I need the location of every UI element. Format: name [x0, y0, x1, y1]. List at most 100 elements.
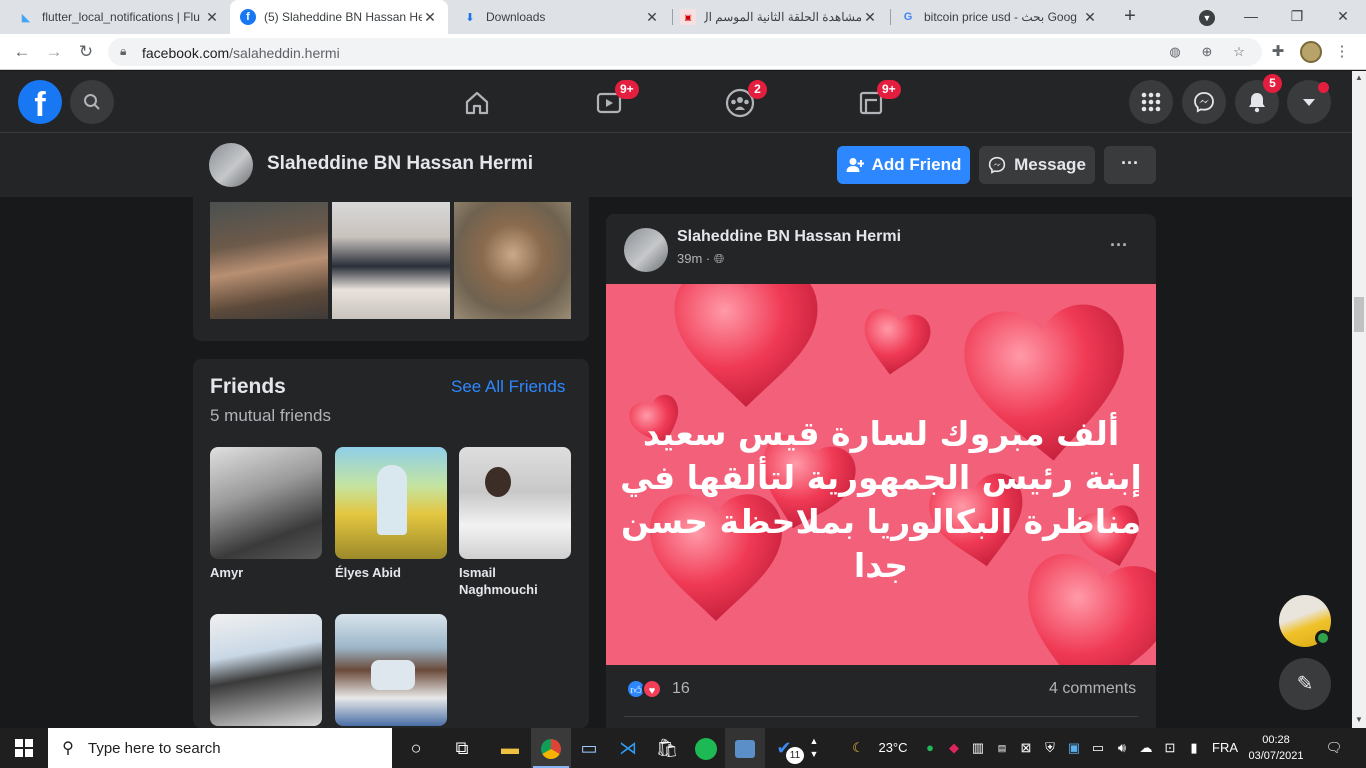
close-window-button[interactable]: ✕ [1320, 0, 1366, 34]
friend-name[interactable]: Ismail Naghmouchi [459, 564, 571, 598]
start-button[interactable] [0, 728, 48, 768]
page-scrollbar[interactable] [1352, 71, 1366, 728]
close-icon[interactable]: ✕ [422, 9, 438, 26]
store-taskbar-button[interactable]: 🛍︎ [647, 728, 687, 768]
clock-time: 00:28 [1262, 734, 1290, 746]
battery-icon[interactable]: ▮ [1184, 728, 1204, 768]
taskbar-clock[interactable]: 00:28 03/07/2021 [1248, 732, 1304, 764]
post-author-name[interactable]: Slaheddine BN Hassan Hermi [677, 228, 901, 246]
scroll-tray-control[interactable]: ▲ ▼ [806, 728, 822, 768]
friend-photo[interactable] [210, 447, 322, 559]
browser-tab-flutter[interactable]: ◣ flutter_local_notifications | Flu ✕ [8, 0, 230, 34]
profile-sticky-header: Slaheddine BN Hassan Hermi Add Friend Me… [0, 133, 1352, 197]
file-explorer-button[interactable]: ▬ [490, 728, 530, 768]
browser-tab-video-site[interactable]: ▣ مشاهدة الحلقة الثانية الموسم ال ✕ [670, 0, 888, 34]
extensions-puzzle-icon[interactable]: ✚ [1268, 42, 1288, 62]
home-tab[interactable] [457, 83, 497, 123]
friend-name[interactable]: Amyr [210, 564, 322, 581]
back-button[interactable]: ← [10, 40, 34, 64]
forward-button[interactable]: → [42, 40, 66, 64]
close-icon[interactable]: ✕ [1082, 9, 1098, 26]
bookmark-star-icon[interactable]: ☆ [1230, 43, 1248, 61]
facebook-logo-icon[interactable]: f [18, 80, 62, 124]
scroll-up-arrow-icon[interactable]: ▲ [1352, 71, 1366, 85]
vscode-icon: ⋊ [619, 738, 637, 758]
tray-app-icon[interactable]: ▤ [992, 728, 1012, 768]
restore-icon: ❐ [1290, 8, 1304, 24]
photo-thumbnail[interactable] [210, 202, 328, 319]
browser-tab-downloads[interactable]: ⬇ Downloads ✕ [452, 0, 670, 34]
post-author-avatar[interactable] [624, 228, 668, 272]
more-options-button[interactable]: ··· [1104, 146, 1156, 184]
friend-photo[interactable] [335, 614, 447, 726]
facebook-top-nav: f 9+ 2 9+ 5 [0, 71, 1352, 133]
app-taskbar-button[interactable]: ▭ [569, 728, 609, 768]
new-tab-button[interactable]: + [1118, 4, 1142, 28]
tray-app-icon[interactable]: ▥ [968, 728, 988, 768]
scrollbar-thumb[interactable] [1354, 297, 1364, 332]
vscode-taskbar-button[interactable]: ⋊ [608, 728, 648, 768]
store-bag-icon: 🛍︎ [655, 738, 679, 758]
zoom-icon[interactable]: ⊕ [1198, 43, 1216, 61]
spotify-tray-icon[interactable]: ● [920, 728, 940, 768]
post-timestamp[interactable]: 39m · 🌐︎ [677, 251, 724, 267]
maximize-button[interactable]: ❐ [1274, 0, 1320, 34]
browser-tab-facebook[interactable]: f (5) Slaheddine BN Hassan He ✕ [230, 0, 448, 34]
reaction-summary[interactable]: 👍︎ ♥ 16 [626, 679, 690, 699]
chrome-taskbar-button[interactable] [531, 728, 571, 768]
scroll-down-arrow-icon[interactable]: ▼ [1352, 713, 1366, 727]
friend-name[interactable]: Élyes Abid [335, 564, 447, 581]
tab-title: (5) Slaheddine BN Hassan He [264, 10, 422, 24]
cortana-button[interactable]: ○ [396, 728, 436, 768]
search-button[interactable] [70, 80, 114, 124]
tab-search-button[interactable]: ▼ [1184, 0, 1230, 34]
menu-button[interactable] [1129, 80, 1173, 124]
messenger-button[interactable] [1182, 80, 1226, 124]
profile-avatar[interactable] [209, 143, 253, 187]
menu-kebab-icon[interactable]: ⋮ [1332, 42, 1352, 62]
close-icon[interactable]: ✕ [862, 9, 878, 26]
photo-thumbnail[interactable] [332, 202, 450, 319]
friend-photo[interactable] [210, 614, 322, 726]
profile-name[interactable]: Slaheddine BN Hassan Hermi [267, 153, 533, 175]
comments-count-link[interactable]: 4 comments [1049, 680, 1136, 698]
todo-badge: 11 [786, 747, 804, 764]
onedrive-cloud-icon[interactable]: ☁ [1136, 728, 1156, 768]
address-bar[interactable]: 🔒︎ facebook.com/salaheddin.hermi ◍ ⊕ ☆ [108, 38, 1262, 66]
task-view-button[interactable]: ⧉ [442, 728, 482, 768]
facebook-icon: f [240, 9, 256, 25]
volume-icon[interactable]: 🔊︎ [1112, 728, 1132, 768]
windows-logo-icon [15, 739, 33, 757]
browser-tab-google[interactable]: G bitcoin price usd - بحث Goog ✕ [890, 0, 1108, 34]
minimize-button[interactable]: — [1228, 0, 1274, 34]
tab-title: Downloads [486, 10, 546, 24]
input-language[interactable]: FRA [1210, 728, 1240, 768]
app-taskbar-button[interactable] [725, 728, 765, 768]
add-friend-button[interactable]: Add Friend [837, 146, 970, 184]
post-options-button[interactable]: ··· [1104, 232, 1134, 262]
message-button[interactable]: Message [979, 146, 1095, 184]
browser-profile-avatar[interactable] [1300, 41, 1322, 63]
close-icon[interactable]: ✕ [644, 9, 660, 26]
tray-app-icon[interactable]: ⊠ [1016, 728, 1036, 768]
close-icon[interactable]: ✕ [204, 9, 220, 26]
browser-toolbar: ← → ↻ 🔒︎ facebook.com/salaheddin.hermi ◍… [0, 34, 1366, 70]
new-message-button[interactable]: ✎ [1279, 658, 1331, 710]
reload-button[interactable]: ↻ [74, 40, 98, 64]
account-alert-dot [1318, 82, 1329, 93]
cookie-blocked-icon[interactable]: ◍ [1166, 43, 1184, 61]
photo-thumbnail[interactable] [454, 202, 571, 319]
friend-photo[interactable] [335, 447, 447, 559]
spotify-taskbar-button[interactable] [686, 728, 726, 768]
weather-icon[interactable]: ☾ [846, 728, 870, 768]
weather-temperature[interactable]: 23°C [872, 728, 914, 768]
storage-icon[interactable]: ▭ [1088, 728, 1108, 768]
tray-app-icon[interactable]: ◆ [944, 728, 964, 768]
shield-icon[interactable]: ⛨ [1040, 728, 1060, 768]
friend-photo[interactable] [459, 447, 571, 559]
see-all-friends-link[interactable]: See All Friends [451, 377, 565, 397]
taskbar-search-box[interactable]: ⚲ Type here to search [48, 728, 392, 768]
action-center-icon[interactable]: 🗨︎ [1322, 728, 1346, 768]
tray-app-icon[interactable]: ▣ [1064, 728, 1084, 768]
network-icon[interactable]: ⊡ [1160, 728, 1180, 768]
